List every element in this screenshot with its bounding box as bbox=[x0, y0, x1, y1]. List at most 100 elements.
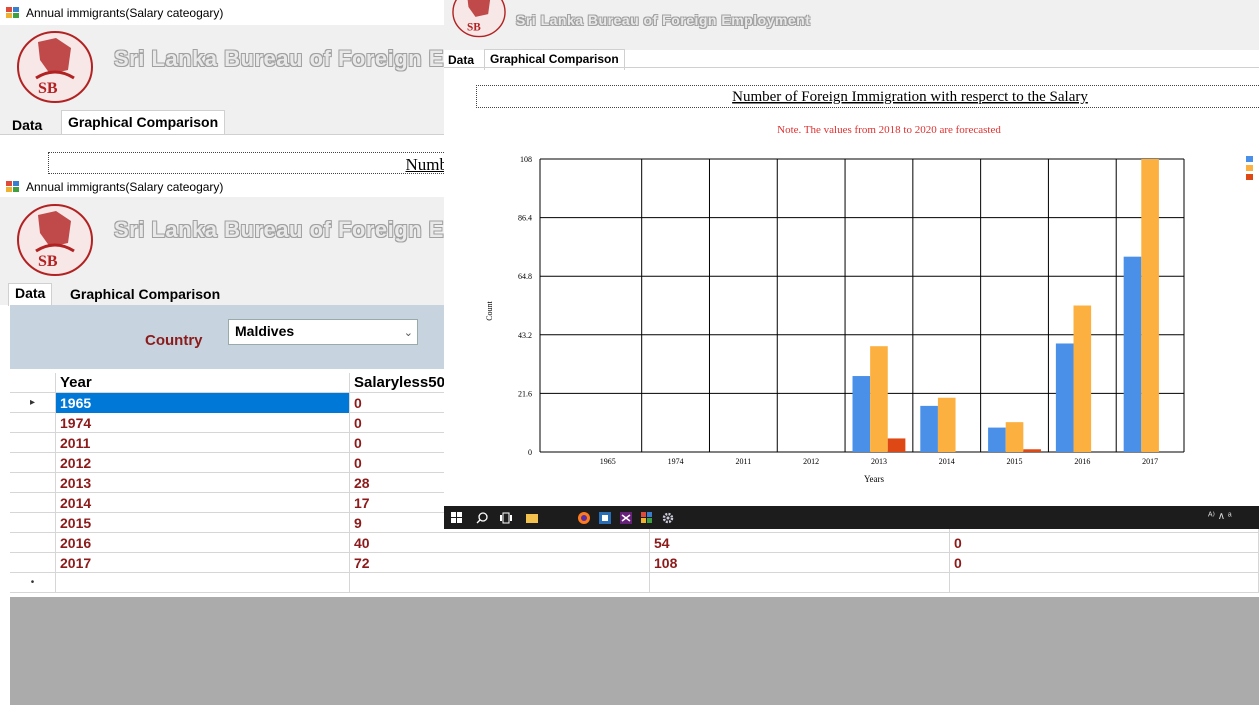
window-title: Annual immigrants(Salary cateogary) bbox=[26, 6, 224, 20]
bar-series-2 bbox=[1005, 422, 1024, 452]
year-cell[interactable]: 2015 bbox=[56, 513, 350, 533]
year-cell[interactable]: 2016 bbox=[56, 533, 350, 553]
chart-title-fragment: Numb bbox=[405, 155, 449, 174]
chart-title: Number of Foreign Immigration with respe… bbox=[732, 89, 1088, 105]
bar-chart: Number of Foreign Immigration with respe… bbox=[485, 89, 1253, 484]
row-header[interactable] bbox=[10, 513, 56, 533]
x-tick-label: 2013 bbox=[871, 457, 887, 466]
table-row[interactable]: 2016 40 54 0 bbox=[10, 533, 1259, 553]
table-row[interactable]: 2017 72 108 0 bbox=[10, 553, 1259, 573]
row-header[interactable] bbox=[10, 473, 56, 493]
window-title-bar-2[interactable]: Annual immigrants(Salary cateogary) bbox=[6, 177, 446, 197]
x-tick-label: 2014 bbox=[939, 457, 955, 466]
bar-series-2 bbox=[937, 397, 956, 452]
salary-cell[interactable]: 72 bbox=[350, 553, 650, 573]
tab-data[interactable]: Data bbox=[8, 283, 53, 306]
country-label: Country bbox=[145, 332, 203, 349]
x-tick-label: 2011 bbox=[736, 457, 752, 466]
y-tick-label: 64.8 bbox=[518, 272, 532, 281]
chevron-down-icon: ⌄ bbox=[403, 327, 413, 339]
sri-lanka-bureau-logo: SB bbox=[452, 0, 506, 38]
salary-cell[interactable]: 0 bbox=[950, 553, 1259, 573]
app-icon bbox=[6, 181, 20, 193]
empty-cell[interactable] bbox=[950, 573, 1259, 593]
svg-text:SB: SB bbox=[467, 21, 481, 33]
row-header bbox=[10, 373, 56, 393]
column-header-year[interactable]: Year bbox=[56, 373, 350, 393]
x-tick-label: 1965 bbox=[600, 457, 616, 466]
row-header[interactable] bbox=[10, 433, 56, 453]
y-tick-label: 0 bbox=[528, 448, 532, 457]
year-cell[interactable]: 1974 bbox=[56, 413, 350, 433]
svg-text:SB: SB bbox=[38, 80, 58, 97]
app-icon bbox=[6, 7, 20, 19]
grid-empty-area bbox=[10, 597, 1259, 705]
settings-gear-icon[interactable] bbox=[662, 511, 674, 524]
x-tick-label: 2016 bbox=[1074, 457, 1090, 466]
sri-lanka-bureau-logo: SB bbox=[17, 204, 93, 276]
x-tick-label: 2017 bbox=[1142, 457, 1158, 466]
bar-series-2 bbox=[1141, 159, 1159, 452]
salary-cell[interactable]: 54 bbox=[650, 533, 950, 553]
y-tick-label: 86.4 bbox=[518, 214, 532, 223]
bar-series-1 bbox=[988, 427, 1006, 452]
year-cell[interactable]: 2014 bbox=[56, 493, 350, 513]
year-cell[interactable]: 2017 bbox=[56, 553, 350, 573]
salary-cell[interactable]: 0 bbox=[950, 533, 1259, 553]
empty-cell[interactable] bbox=[350, 573, 650, 593]
legend-swatch bbox=[1246, 156, 1253, 162]
file-explorer-icon[interactable] bbox=[526, 511, 538, 525]
new-row[interactable]: • bbox=[10, 573, 1259, 593]
row-header[interactable] bbox=[10, 453, 56, 473]
svg-text:SB: SB bbox=[38, 253, 58, 270]
tab-graphical-comparison[interactable]: Graphical Comparison bbox=[61, 110, 226, 135]
year-cell[interactable]: 2012 bbox=[56, 453, 350, 473]
legend-swatch bbox=[1246, 165, 1253, 171]
task-view-icon[interactable] bbox=[500, 511, 512, 524]
bar-series-2 bbox=[1073, 305, 1092, 452]
row-header[interactable] bbox=[10, 553, 56, 573]
system-tray-icon[interactable]: ᴬ⁾ ∧ ᵃ bbox=[1208, 511, 1232, 522]
visual-studio-icon[interactable] bbox=[620, 511, 632, 524]
x-tick-label: 1974 bbox=[668, 457, 684, 466]
tab-data[interactable]: Data bbox=[12, 117, 42, 133]
bar-series-2 bbox=[870, 346, 888, 452]
tab-graphical-comparison[interactable]: Graphical Comparison bbox=[70, 286, 220, 302]
legend-swatch bbox=[1246, 174, 1253, 180]
y-tick-label: 108 bbox=[520, 155, 532, 164]
row-header[interactable]: ▸ bbox=[10, 393, 56, 413]
bar-series-1 bbox=[1123, 256, 1142, 452]
row-header[interactable] bbox=[10, 533, 56, 553]
x-tick-label: 2012 bbox=[803, 457, 819, 466]
chart-subtitle: Note. The values from 2018 to 2020 are f… bbox=[777, 124, 1001, 136]
salary-cell[interactable]: 108 bbox=[650, 553, 950, 573]
y-tick-label: 21.6 bbox=[518, 389, 532, 398]
x-axis-label: Years bbox=[864, 474, 885, 484]
ssms-icon[interactable] bbox=[599, 511, 611, 524]
y-tick-label: 43.2 bbox=[518, 331, 532, 340]
salary-cell[interactable]: 40 bbox=[350, 533, 650, 553]
tab-data[interactable]: Data bbox=[448, 53, 474, 67]
banner-text: Sri Lanka Bureau of Foreign Employment bbox=[516, 12, 811, 28]
row-header[interactable] bbox=[10, 413, 56, 433]
year-cell[interactable]: 1965 bbox=[56, 393, 350, 413]
search-icon[interactable] bbox=[476, 511, 488, 524]
empty-cell[interactable] bbox=[56, 573, 350, 593]
bar-series-1 bbox=[852, 376, 871, 452]
empty-cell[interactable] bbox=[650, 573, 950, 593]
year-cell[interactable]: 2011 bbox=[56, 433, 350, 453]
y-axis-label: Count bbox=[485, 300, 494, 320]
app-window-icon[interactable] bbox=[641, 511, 653, 523]
bar-series-1 bbox=[920, 405, 938, 452]
tab-divider bbox=[0, 134, 445, 135]
row-header[interactable] bbox=[10, 493, 56, 513]
window-title: Annual immigrants(Salary cateogary) bbox=[26, 180, 224, 194]
country-select-value: Maldives bbox=[235, 323, 295, 339]
country-select[interactable]: Maldives ⌄ bbox=[228, 319, 418, 345]
new-row-marker: • bbox=[10, 573, 56, 593]
year-cell[interactable]: 2013 bbox=[56, 473, 350, 493]
window-title-bar[interactable]: Annual immigrants(Salary cateogary) bbox=[6, 3, 223, 23]
windows-start-icon[interactable] bbox=[451, 511, 463, 523]
firefox-icon[interactable] bbox=[578, 511, 590, 524]
bar-series-3 bbox=[1023, 449, 1041, 452]
